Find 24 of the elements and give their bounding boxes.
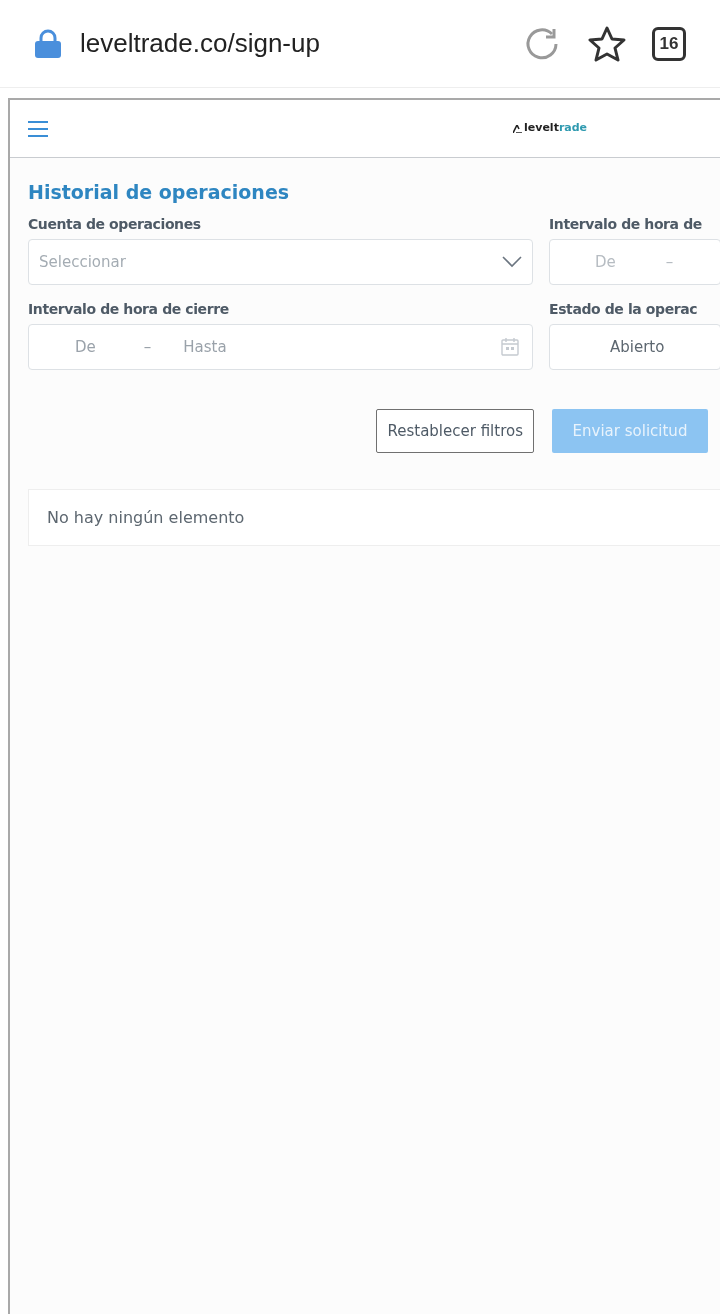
field-label: Cuenta de operaciones [28,215,202,234]
lock-icon [34,28,62,59]
menu-icon[interactable] [28,119,48,138]
chevron-down-icon [502,256,522,268]
status-select[interactable]: Abierto [549,324,720,370]
star-icon[interactable] [588,25,626,62]
field-label: Intervalo de hora de cierre [28,300,230,319]
reload-icon[interactable] [524,25,560,62]
status-value: Abierto [610,336,665,358]
select-placeholder: Seleccionar [39,251,126,273]
from-placeholder: De [75,336,96,358]
from-placeholder: De [595,251,616,273]
range-dash: – [143,336,152,358]
tab-count[interactable]: 16 [652,26,686,61]
empty-message: No hay ningún elemento [47,506,245,529]
range-dash: – [665,251,674,273]
to-placeholder: Hasta [183,336,227,358]
field-label: Estado de la operac [549,300,699,319]
reset-button[interactable]: Restablecer filtros [376,409,534,453]
calendar-icon [500,337,520,357]
page-title: Historial de operaciones [28,180,291,205]
logo-mark-icon [513,124,522,133]
url-text[interactable]: leveltrade.co/sign-up [80,24,320,63]
field-label: Intervalo de hora de [549,215,703,234]
